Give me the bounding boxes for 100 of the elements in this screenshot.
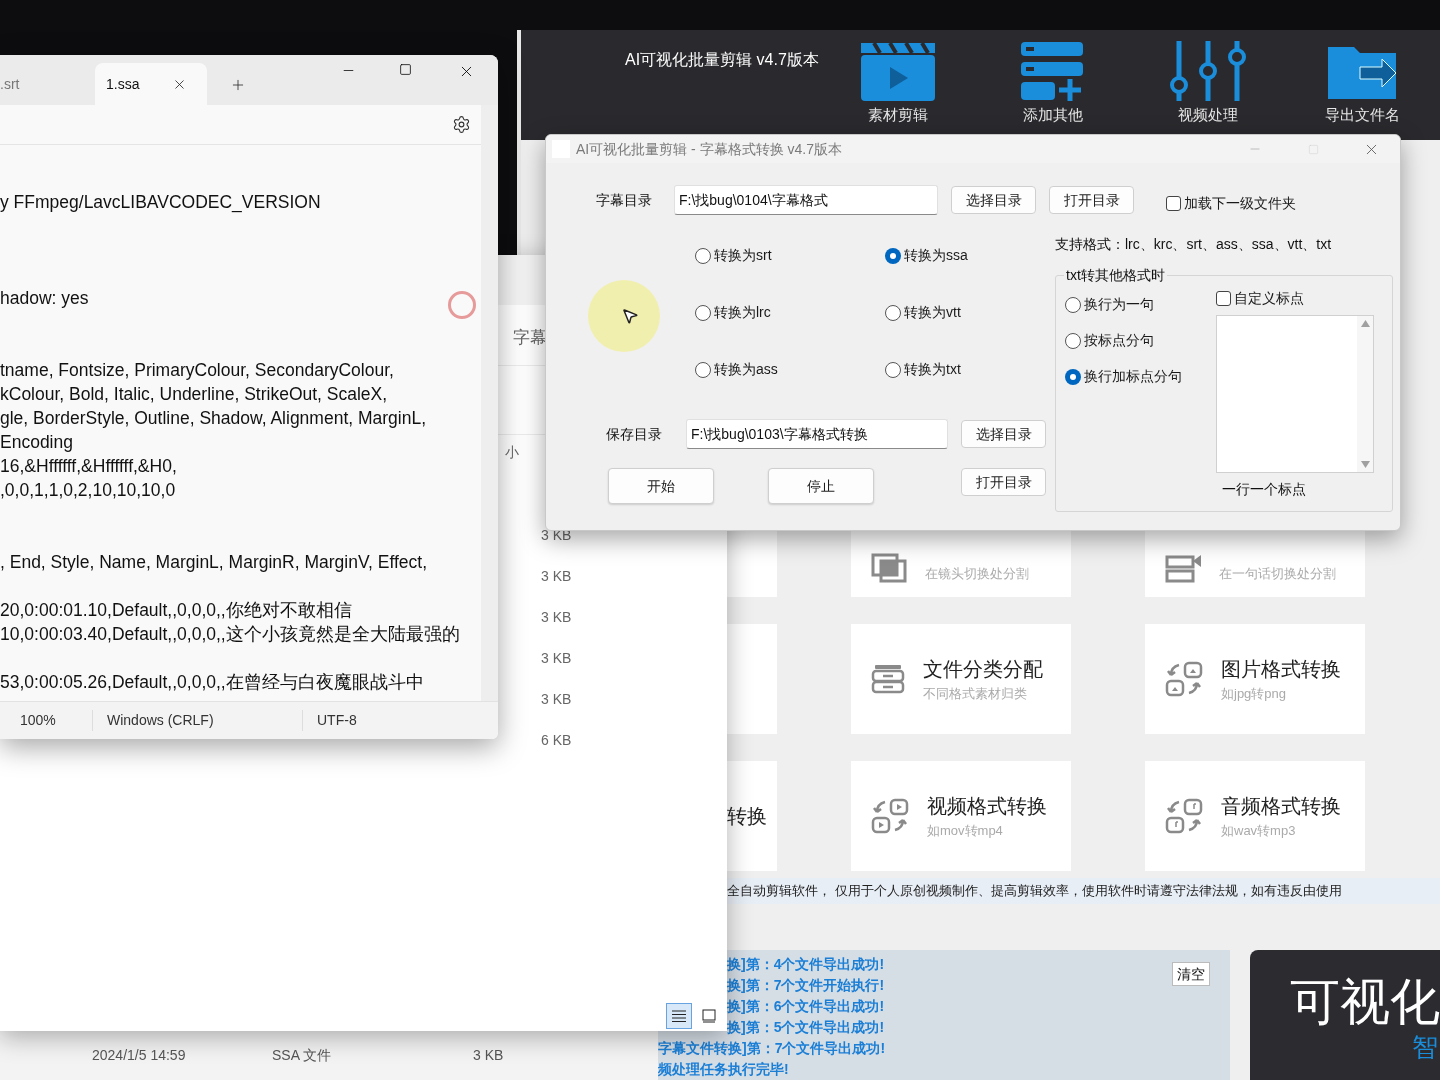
card-subtitle: 如jpg转png bbox=[1221, 685, 1288, 704]
choose-folder-button[interactable]: 选择目录 bbox=[951, 186, 1036, 214]
split-mode-radio[interactable]: 换行为一句 bbox=[1065, 294, 1216, 315]
supported-formats-text: 支持格式：lrc、krc、srt、ass、ssa、vtt、txt bbox=[1055, 235, 1333, 254]
start-button[interactable]: 开始 bbox=[608, 468, 714, 504]
log-line: 换]第：6个文件导出成功! bbox=[727, 997, 885, 1016]
log-line: 换]第：5个文件导出成功! bbox=[727, 1018, 885, 1037]
file-size: 3 KB bbox=[541, 649, 572, 668]
log-line: 字幕文件转换]第：7个文件导出成功! bbox=[658, 1039, 886, 1058]
field-label: 字幕目录 bbox=[596, 190, 653, 210]
feature-card[interactable]: 文件分类分配 不同格式素材归类 bbox=[851, 624, 1071, 734]
subtitle-split-icon bbox=[1165, 553, 1201, 583]
card-subtitle: 在镜头切换处分割 bbox=[925, 564, 1029, 583]
file-size: 3 KB bbox=[473, 1045, 504, 1065]
file-tab[interactable]: .srt bbox=[0, 63, 87, 105]
radio-icon[interactable] bbox=[695, 304, 711, 321]
video-convert-icon bbox=[871, 798, 909, 834]
card-subtitle: 如wav转mp3 bbox=[1221, 822, 1297, 841]
card-title: 文件分类分配 bbox=[923, 657, 1043, 683]
open-folder-button[interactable]: 打开目录 bbox=[961, 468, 1046, 496]
card-title: 转换 bbox=[727, 804, 767, 829]
hint-text: 一行一个标点 bbox=[1222, 480, 1307, 499]
subfolder-checkbox[interactable]: 加载下一级文件夹 bbox=[1166, 192, 1296, 214]
log-line: 频处理任务执行完毕! bbox=[658, 1060, 789, 1079]
feature-card[interactable]: 视频格式转换 如mov转mp4 bbox=[851, 761, 1071, 871]
checkbox-icon[interactable] bbox=[1166, 195, 1181, 211]
text-line: 16,&Hffffff,&Hffffff,&H0, bbox=[0, 455, 177, 478]
image-convert-icon bbox=[1165, 661, 1203, 697]
file-type: SSA 文件 bbox=[272, 1045, 333, 1065]
format-radio[interactable]: 转换为ssa bbox=[885, 245, 1035, 266]
audio-convert-icon bbox=[1165, 798, 1203, 834]
feature-card[interactable]: 转换 bbox=[727, 761, 777, 871]
details-view-icon[interactable] bbox=[666, 1003, 692, 1029]
radio-icon[interactable] bbox=[695, 361, 711, 378]
radio-icon[interactable] bbox=[1065, 368, 1081, 385]
text-line: hadow: yes bbox=[0, 287, 89, 310]
tool-button[interactable]: 导出文件名 bbox=[1285, 30, 1440, 140]
radio-icon[interactable] bbox=[1065, 332, 1081, 349]
checkbox-icon[interactable] bbox=[1216, 291, 1231, 306]
text-line: kColour, Bold, Italic, Underline, StrikeOut, ScaleX, bbox=[0, 383, 388, 406]
tool-button[interactable]: 素材剪辑 bbox=[820, 30, 975, 140]
file-size: 6 KB bbox=[541, 731, 572, 750]
log-line: 换]第：4个文件导出成功! bbox=[727, 955, 885, 974]
text-line: Encoding bbox=[0, 431, 73, 454]
log-line: 换]第：7个文件开始执行! bbox=[727, 976, 885, 995]
breadcrumb-text: 字幕 bbox=[513, 327, 547, 349]
radio-icon[interactable] bbox=[885, 304, 901, 321]
format-radio[interactable]: 转换为ass bbox=[695, 359, 885, 380]
radio-icon[interactable] bbox=[695, 247, 711, 264]
drawer-icon bbox=[871, 664, 905, 694]
file-date: 2024/1/5 14:59 bbox=[92, 1045, 187, 1065]
custom-punctuation-checkbox[interactable]: 自定义标点 bbox=[1216, 288, 1374, 309]
column-header: 小 bbox=[505, 443, 519, 462]
stop-button[interactable]: 停止 bbox=[768, 468, 874, 504]
maximize-icon[interactable] bbox=[399, 63, 412, 76]
notice-text: 全自动剪辑软件， 仅用于个人原创视频制作、提高剪辑效率，使用软件时请遵守法律法规，如有违反由使用 bbox=[727, 882, 1342, 901]
split-mode-radio[interactable]: 换行加标点分句 bbox=[1065, 366, 1216, 387]
card-subtitle: 不同格式素材归类 bbox=[923, 685, 1028, 704]
feature-card[interactable]: 图片格式转换 如jpg转png bbox=[1145, 624, 1365, 734]
file-size: 3 KB bbox=[541, 567, 572, 586]
status-text: 100% bbox=[20, 711, 57, 730]
text-line: 20,0:00:01.10,Default,,0,0,0,,你绝对不敢相信 bbox=[0, 599, 352, 622]
file-tab[interactable]: 1.ssa bbox=[95, 63, 207, 105]
input-field[interactable]: F:\找bug\0104\字幕格式 bbox=[674, 185, 938, 215]
text-line: ,0,0,1,1,0,2,10,10,10,0 bbox=[0, 479, 176, 502]
tool-button[interactable]: 视频处理 bbox=[1130, 30, 1285, 140]
clear-button[interactable]: 清空 bbox=[1172, 962, 1210, 986]
radio-icon[interactable] bbox=[885, 361, 901, 378]
split-mode-radio[interactable]: 按标点分句 bbox=[1065, 330, 1216, 351]
text-line: tname, Fontsize, PrimaryColour, SecondaryColour, bbox=[0, 359, 394, 382]
clapperboard-icon bbox=[859, 41, 936, 101]
feature-card[interactable]: 音频格式转换 如wav转mp3 bbox=[1145, 761, 1365, 871]
card-title: 音频格式转换 bbox=[1221, 794, 1341, 820]
file-size: 3 KB bbox=[541, 690, 572, 709]
window-title: AI可视化批量剪辑 - 字幕格式转换 v4.7版本 bbox=[576, 139, 843, 159]
format-radio[interactable]: 转换为lrc bbox=[695, 302, 885, 323]
click-ring-icon bbox=[448, 291, 476, 319]
text-line: 53,0:00:05.26,Default,,0,0,0,,在曾经与白夜魔眼战斗中 bbox=[0, 671, 424, 694]
text-line: 10,0:00:03.40,Default,,0,0,0,,这个小孩竟然是全大陆最强的 bbox=[0, 623, 460, 646]
card-title: 视频格式转换 bbox=[927, 794, 1047, 820]
radio-icon[interactable] bbox=[1065, 296, 1081, 313]
format-radio[interactable]: 转换为txt bbox=[885, 359, 1035, 380]
format-radio[interactable]: 转换为srt bbox=[695, 245, 885, 266]
choose-folder-button[interactable]: 选择目录 bbox=[961, 420, 1046, 448]
input-field[interactable]: F:\找bug\0103\字幕格式转换 bbox=[686, 419, 948, 449]
settings-icon[interactable] bbox=[452, 115, 471, 134]
file-size: 3 KB bbox=[541, 608, 572, 627]
format-radio[interactable]: 转换为vtt bbox=[885, 302, 1035, 323]
app-title: AI可视化批量剪辑 v4.7版本 bbox=[625, 50, 820, 70]
group-legend: txt转其他格式时 bbox=[1064, 265, 1167, 286]
text-line: gle, BorderStyle, Outline, Shadow, Alignment, MarginL, bbox=[0, 407, 427, 430]
text-line: y FFmpeg/LavcLIBAVCODEC_VERSION bbox=[0, 191, 321, 214]
field-label: 保存目录 bbox=[606, 424, 663, 444]
tool-button[interactable]: 添加其他 bbox=[975, 30, 1130, 140]
open-folder-button[interactable]: 打开目录 bbox=[1049, 186, 1134, 214]
card-title: 图片格式转换 bbox=[1221, 657, 1341, 683]
frames-icon bbox=[871, 553, 907, 583]
card-subtitle: 如mov转mp4 bbox=[927, 822, 1004, 841]
promo-subtitle: 智 bbox=[1412, 1032, 1438, 1062]
radio-icon[interactable] bbox=[885, 247, 901, 264]
